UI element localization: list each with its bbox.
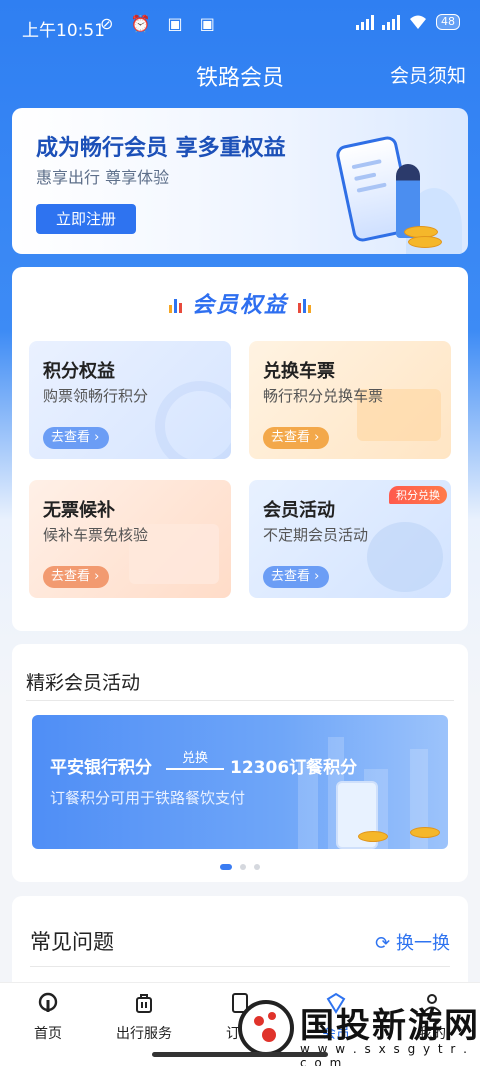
home-indicator[interactable]	[152, 1052, 328, 1057]
view-label: 去查看	[51, 430, 91, 445]
decor-bars-icon	[298, 299, 311, 313]
benefits-heading: 会员权益	[12, 287, 468, 319]
chevron-right-icon: ›	[314, 569, 320, 584]
tile-points-benefit[interactable]: 积分权益 购票领畅行积分 去查看 ›	[29, 341, 231, 459]
chevron-right-icon: ›	[94, 569, 100, 584]
tile-title: 无票候补	[43, 500, 115, 521]
carousel-dot[interactable]	[220, 864, 232, 870]
title-bar: 铁路会员 会员须知	[0, 52, 480, 96]
status-notification-icons: ⊘ ⏰ ▣ ▣	[100, 14, 221, 33]
tab-travel-service[interactable]: 出行服务	[96, 991, 192, 1043]
tile-title: 兑换车票	[263, 361, 335, 382]
coin-bag-illustration	[367, 522, 443, 592]
points-exchange-badge: 积分兑换	[389, 486, 447, 504]
exchange-arrow: 兑换	[166, 747, 224, 770]
signal-icon	[356, 14, 374, 30]
faq-heading: 常见问题	[30, 930, 114, 954]
coin-icon	[410, 827, 440, 838]
member-notice-link[interactable]: 会员须知	[390, 61, 466, 88]
watermark-logo	[238, 1000, 294, 1056]
carousel-dot[interactable]	[254, 864, 260, 870]
register-button[interactable]: 立即注册	[36, 204, 136, 234]
wifi-icon	[410, 15, 426, 29]
activities-heading: 精彩会员活动	[26, 672, 141, 694]
view-label: 去查看	[271, 430, 311, 445]
banner-left-text: 平安银行积分	[50, 758, 152, 778]
hero-subline: 惠享出行 尊享体验	[36, 168, 170, 187]
tile-desc: 畅行积分兑换车票	[263, 387, 384, 405]
decor-bars-icon	[168, 299, 182, 313]
activity-banner[interactable]: 平安银行积分 兑换 12306订餐积分 订餐积分可用于铁路餐饮支付	[32, 715, 448, 849]
tile-desc: 购票领畅行积分	[43, 387, 149, 405]
banner-right-text: 12306订餐积分	[230, 758, 358, 778]
status-right: 48	[356, 14, 460, 30]
refresh-label: 换一换	[396, 933, 450, 954]
tab-label: 首页	[34, 1026, 62, 1042]
coin-icon	[358, 831, 388, 842]
refresh-icon: ⟳	[375, 933, 391, 954]
divider	[30, 966, 450, 967]
member-activities-card: 精彩会员活动 平安银行积分 兑换 12306订餐积分 订餐积分可用于铁路餐饮支付	[12, 644, 468, 882]
benefits-heading-text: 会员权益	[191, 293, 288, 318]
tile-title: 积分权益	[43, 361, 115, 382]
chevron-right-icon: ›	[94, 430, 100, 445]
tile-member-activity[interactable]: 积分兑换 会员活动 不定期会员活动 去查看 ›	[249, 480, 451, 598]
chevron-right-icon: ›	[314, 430, 320, 445]
view-button[interactable]: 去查看 ›	[43, 566, 110, 588]
tile-desc: 不定期会员活动	[263, 526, 369, 544]
register-banner[interactable]: 成为畅行会员 享多重权益 惠享出行 尊享体验 立即注册	[12, 108, 468, 254]
tile-title: 会员活动	[263, 500, 335, 521]
decor-circle	[155, 381, 231, 459]
coin-icon	[408, 236, 442, 248]
tab-home[interactable]: 首页	[0, 991, 96, 1043]
carousel-dot[interactable]	[240, 864, 246, 870]
divider	[26, 700, 454, 701]
carousel-dots[interactable]	[12, 864, 468, 870]
status-time: 上午10:51	[22, 21, 105, 41]
view-label: 去查看	[271, 569, 311, 584]
view-label: 去查看	[51, 569, 91, 584]
watermark-title: 国投新游网	[300, 1006, 480, 1046]
view-button[interactable]: 去查看 ›	[43, 427, 110, 449]
status-bar: 上午10:51 ⊘ ⏰ ▣ ▣ 48	[0, 0, 480, 46]
hero-headline: 成为畅行会员 享多重权益	[36, 136, 286, 161]
battery-indicator: 48	[436, 14, 460, 30]
signal-icon-2	[382, 14, 400, 30]
tile-exchange-ticket[interactable]: 兑换车票 畅行积分兑换车票 去查看 ›	[249, 341, 451, 459]
tile-desc: 候补车票免核验	[43, 526, 149, 544]
train-logo-icon	[38, 992, 58, 1012]
exchange-label: 兑换	[181, 751, 208, 766]
tab-label: 出行服务	[116, 1026, 172, 1042]
tile-waitlist[interactable]: 无票候补 候补车票免核验 去查看 ›	[29, 480, 231, 598]
banner-subtext: 订餐积分可用于铁路餐饮支付	[50, 789, 246, 807]
refresh-faq-button[interactable]: ⟳ 换一换	[375, 929, 450, 955]
view-button[interactable]: 去查看 ›	[263, 427, 330, 449]
member-benefits-card: 会员权益 积分权益 购票领畅行积分 去查看 › 兑换车票 畅行积分兑换车票 去查…	[12, 267, 468, 631]
view-button[interactable]: 去查看 ›	[263, 566, 330, 588]
luggage-icon	[136, 994, 152, 1013]
